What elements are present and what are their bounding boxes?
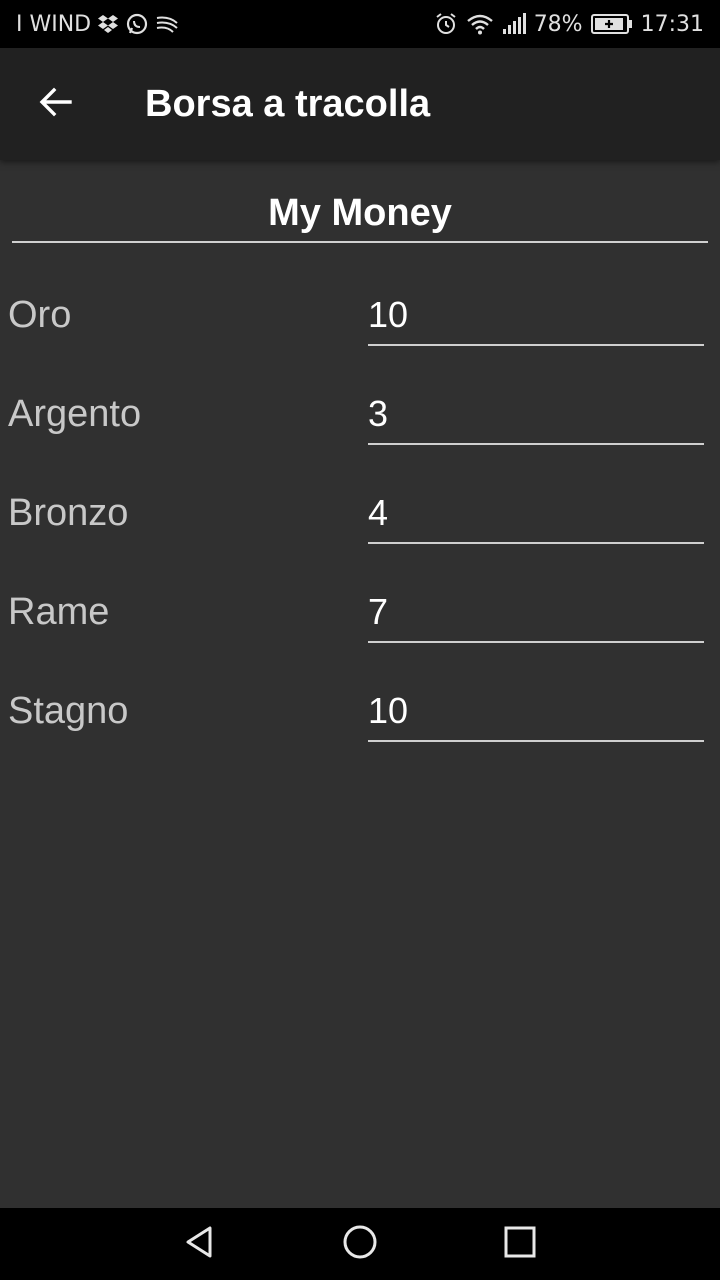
money-label: Argento [8, 393, 142, 435]
navigation-bar [0, 1208, 720, 1280]
battery-icon [590, 13, 633, 35]
wifi-icon [466, 13, 494, 35]
money-value: 4 [368, 492, 389, 533]
whatsapp-icon [125, 12, 149, 36]
money-value: 7 [368, 591, 389, 632]
status-bar: I WIND 78% 17:31 [0, 0, 720, 48]
status-bar-left: I WIND [0, 12, 179, 37]
section-divider [12, 241, 708, 243]
money-label: Stagno [8, 690, 129, 732]
signal-icon [502, 13, 526, 35]
back-button[interactable] [24, 72, 88, 136]
money-label: Oro [8, 294, 72, 336]
money-value: 10 [368, 294, 409, 335]
nav-recents-button[interactable] [490, 1220, 550, 1268]
alarm-icon [434, 12, 458, 36]
nav-home-button[interactable] [330, 1220, 390, 1268]
app-bar: Borsa a tracolla [0, 48, 720, 160]
money-value: 10 [368, 690, 409, 731]
status-bar-right: 78% 17:31 [434, 12, 720, 37]
swiftkey-icon [155, 14, 179, 34]
money-label: Bronzo [8, 492, 129, 534]
argento-input[interactable]: 3 [368, 389, 704, 445]
home-circle-icon [342, 1224, 378, 1265]
dropbox-icon [97, 14, 119, 34]
money-row-bronzo: Bronzo 4 [0, 468, 720, 548]
rame-input[interactable]: 7 [368, 587, 704, 643]
arrow-back-icon [38, 84, 74, 125]
carrier-name: I WIND [16, 11, 92, 37]
page-title: Borsa a tracolla [145, 83, 431, 125]
money-row-stagno: Stagno 10 [0, 666, 720, 746]
money-row-argento: Argento 3 [0, 369, 720, 449]
recents-square-icon [502, 1224, 538, 1265]
money-label: Rame [8, 591, 110, 633]
money-row-oro: Oro 10 [0, 270, 720, 350]
bronzo-input[interactable]: 4 [368, 488, 704, 544]
stagno-input[interactable]: 10 [368, 686, 704, 742]
back-triangle-icon [182, 1224, 218, 1265]
money-value: 3 [368, 393, 389, 434]
nav-back-button[interactable] [170, 1220, 230, 1268]
battery-percentage: 78% [533, 11, 583, 37]
money-row-rame: Rame 7 [0, 567, 720, 647]
clock-time: 17:31 [640, 11, 704, 37]
section-title: My Money [268, 192, 452, 234]
oro-input[interactable]: 10 [368, 290, 704, 346]
